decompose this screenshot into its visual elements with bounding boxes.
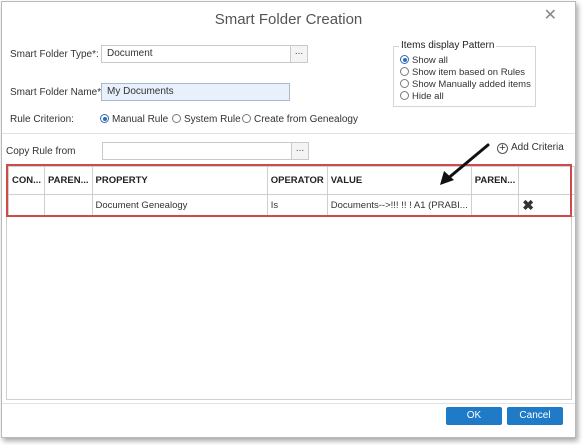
smart-folder-dialog: Smart Folder Creation ✕ Smart Folder Typ… — [1, 1, 576, 438]
copy-rule-input[interactable]: ... — [102, 142, 309, 160]
radio-icon[interactable] — [400, 91, 409, 100]
radio-icon[interactable] — [172, 114, 181, 123]
rule-option-manual[interactable]: Manual Rule — [100, 114, 168, 125]
radio-icon[interactable] — [400, 79, 409, 88]
callout-arrow-icon — [440, 143, 490, 185]
rule-option-system[interactable]: System Rule — [172, 114, 241, 125]
folder-name-input[interactable]: My Documents — [101, 83, 290, 101]
add-criteria-button[interactable]: + Add Criteria — [497, 142, 564, 154]
pattern-option-show-all[interactable]: Show all — [400, 55, 448, 66]
rule-option-genealogy[interactable]: Create from Genealogy — [242, 114, 358, 125]
folder-type-label: Smart Folder Type*: — [10, 49, 99, 60]
pattern-option-hide-all[interactable]: Hide all — [400, 91, 444, 102]
radio-selected-icon[interactable] — [100, 114, 109, 123]
dialog-title: Smart Folder Creation — [214, 11, 363, 28]
folder-type-select[interactable]: Document ... — [101, 45, 308, 63]
close-icon[interactable]: ✕ — [544, 8, 557, 24]
display-pattern-title: Items display Pattern — [399, 40, 497, 51]
section-divider — [2, 133, 575, 134]
pattern-option-based-on-rules[interactable]: Show item based on Rules — [400, 67, 525, 78]
copy-rule-label: Copy Rule from — [6, 146, 76, 157]
radio-icon[interactable] — [400, 67, 409, 76]
radio-icon[interactable] — [242, 114, 251, 123]
folder-type-value: Document — [107, 48, 153, 59]
radio-selected-icon[interactable] — [400, 55, 409, 64]
plus-circle-icon: + — [497, 143, 508, 154]
ok-button[interactable]: OK — [446, 407, 502, 425]
rule-criterion-label: Rule Criterion: — [10, 114, 74, 125]
folder-name-label: Smart Folder Name*: — [10, 87, 104, 98]
copy-rule-browse-button[interactable]: ... — [291, 142, 309, 160]
folder-name-value: My Documents — [107, 86, 174, 97]
footer-divider — [2, 403, 575, 404]
folder-type-browse-button[interactable]: ... — [290, 45, 308, 63]
cancel-button[interactable]: Cancel — [507, 407, 563, 425]
pattern-option-manually-added[interactable]: Show Manually added items — [400, 79, 531, 90]
